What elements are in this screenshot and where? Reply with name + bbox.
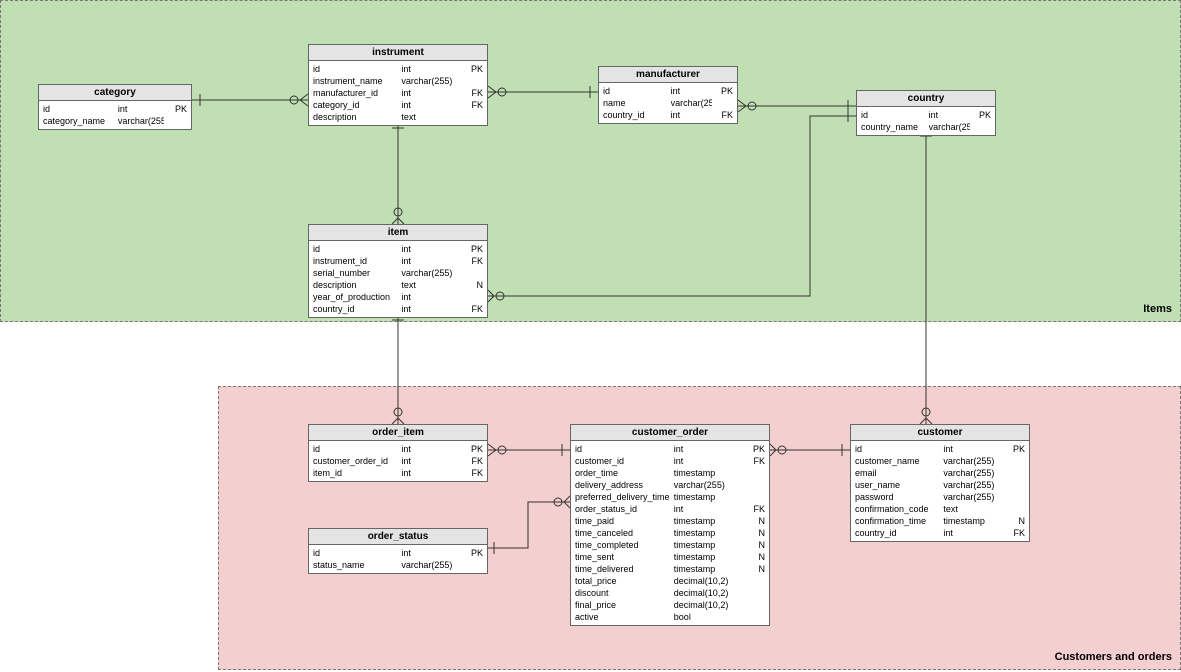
table-row: item_idintFK xyxy=(313,467,483,479)
table-row: customer_idintFK xyxy=(575,455,765,467)
table-row: customer_namevarchar(255) xyxy=(855,455,1025,467)
table-row: category_namevarchar(255) xyxy=(43,115,187,127)
entity-instrument[interactable]: instrument idintPK instrument_namevarcha… xyxy=(308,44,488,126)
table-row: time_completedtimestampN xyxy=(575,539,765,551)
table-row: country_idintFK xyxy=(855,527,1025,539)
entity-order-status-title: order_status xyxy=(309,529,487,545)
table-row: confirmation_timetimestampN xyxy=(855,515,1025,527)
table-row: namevarchar(255) xyxy=(603,97,733,109)
table-row: descriptiontext xyxy=(313,111,483,123)
table-row: serial_numbervarchar(255) xyxy=(313,267,483,279)
table-row: activebool xyxy=(575,611,765,623)
table-row: order_timetimestamp xyxy=(575,467,765,479)
entity-country-title: country xyxy=(857,91,995,107)
table-row: idintPK xyxy=(313,443,483,455)
table-row: passwordvarchar(255) xyxy=(855,491,1025,503)
entity-order-status[interactable]: order_status idintPK status_namevarchar(… xyxy=(308,528,488,574)
region-orders-label: Customers and orders xyxy=(1055,651,1172,663)
entity-customer[interactable]: customer idintPK customer_namevarchar(25… xyxy=(850,424,1030,542)
entity-instrument-title: instrument xyxy=(309,45,487,61)
entity-item[interactable]: item idintPK instrument_idintFK serial_n… xyxy=(308,224,488,318)
table-row: idintPK xyxy=(575,443,765,455)
table-row: time_paidtimestampN xyxy=(575,515,765,527)
table-row: instrument_namevarchar(255) xyxy=(313,75,483,87)
entity-category[interactable]: category idintPK category_namevarchar(25… xyxy=(38,84,192,130)
table-row: order_status_idintFK xyxy=(575,503,765,515)
entity-order-item-title: order_item xyxy=(309,425,487,441)
table-row: idintPK xyxy=(861,109,991,121)
table-row: country_idintFK xyxy=(603,109,733,121)
table-row: manufacturer_idintFK xyxy=(313,87,483,99)
table-row: idintPK xyxy=(43,103,187,115)
entity-manufacturer[interactable]: manufacturer idintPK namevarchar(255) co… xyxy=(598,66,738,124)
table-row: idintPK xyxy=(313,243,483,255)
table-row: delivery_addressvarchar(255) xyxy=(575,479,765,491)
table-row: status_namevarchar(255) xyxy=(313,559,483,571)
table-row: confirmation_codetext xyxy=(855,503,1025,515)
table-row: instrument_idintFK xyxy=(313,255,483,267)
table-row: idintPK xyxy=(313,547,483,559)
table-row: time_senttimestampN xyxy=(575,551,765,563)
table-row: time_deliveredtimestampN xyxy=(575,563,765,575)
table-row: emailvarchar(255) xyxy=(855,467,1025,479)
table-row: final_pricedecimal(10,2) xyxy=(575,599,765,611)
table-row: idintPK xyxy=(313,63,483,75)
table-row: country_namevarchar(255) xyxy=(861,121,991,133)
entity-customer-title: customer xyxy=(851,425,1029,441)
entity-item-title: item xyxy=(309,225,487,241)
table-row: total_pricedecimal(10,2) xyxy=(575,575,765,587)
table-row: discountdecimal(10,2) xyxy=(575,587,765,599)
table-row: customer_order_idintFK xyxy=(313,455,483,467)
table-row: category_idintFK xyxy=(313,99,483,111)
entity-customer-order[interactable]: customer_order idintPK customer_idintFK … xyxy=(570,424,770,626)
table-row: idintPK xyxy=(855,443,1025,455)
entity-category-title: category xyxy=(39,85,191,101)
table-row: descriptiontextN xyxy=(313,279,483,291)
region-items: Items xyxy=(0,0,1181,322)
entity-country[interactable]: country idintPK country_namevarchar(255) xyxy=(856,90,996,136)
table-row: time_canceledtimestampN xyxy=(575,527,765,539)
table-row: year_of_productionint xyxy=(313,291,483,303)
table-row: country_idintFK xyxy=(313,303,483,315)
entity-customer-order-title: customer_order xyxy=(571,425,769,441)
region-items-label: Items xyxy=(1143,303,1172,315)
table-row: preferred_delivery_timetimestamp xyxy=(575,491,765,503)
table-row: user_namevarchar(255) xyxy=(855,479,1025,491)
table-row: idintPK xyxy=(603,85,733,97)
entity-manufacturer-title: manufacturer xyxy=(599,67,737,83)
entity-order-item[interactable]: order_item idintPK customer_order_idintF… xyxy=(308,424,488,482)
